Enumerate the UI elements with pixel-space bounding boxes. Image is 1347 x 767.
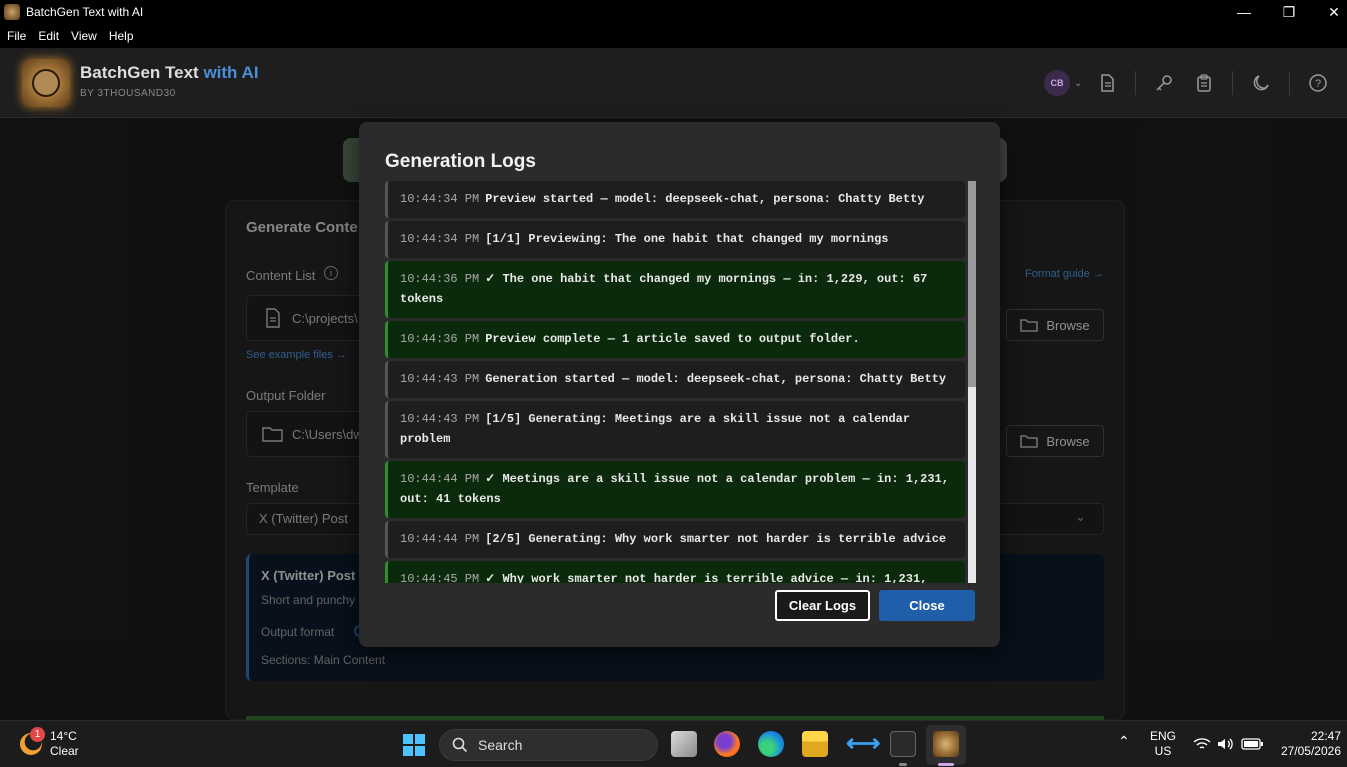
brand-byline: BY 3THOUSAND30	[80, 88, 176, 99]
account-menu[interactable]: CB ⌄	[1044, 70, 1082, 96]
active-indicator	[938, 763, 954, 766]
log-timestamp: 10:44:36 PM	[400, 332, 480, 346]
minimize-button[interactable]: —	[1221, 0, 1267, 24]
log-message: [2/5] Generating: Why work smarter not h…	[485, 532, 947, 546]
clock-time: 22:47	[1310, 729, 1341, 743]
dialog-title: Generation Logs	[385, 151, 536, 172]
clipboard-icon[interactable]	[1194, 73, 1214, 93]
lang-bottom: US	[1154, 744, 1172, 758]
clock-date: 27/05/2026	[1280, 744, 1341, 758]
wifi-icon[interactable]	[1193, 737, 1211, 751]
window-title: BatchGen Text with AI	[26, 5, 144, 19]
search-icon	[452, 737, 468, 753]
terminal-icon[interactable]	[890, 731, 916, 757]
app-icon	[4, 4, 20, 20]
close-button[interactable]: Close	[879, 590, 975, 621]
weather-temp: 14°C	[50, 729, 77, 743]
log-message: Generation started — model: deepseek-cha…	[485, 372, 947, 386]
taskbar: 1 14°C Clear Search ⟷ ⌃ ENG US 22:47 27/…	[0, 720, 1347, 767]
log-entry: 10:44:44 PM [2/5] Generating: Why work sm…	[385, 521, 965, 558]
log-timestamp: 10:44:43 PM	[400, 372, 480, 386]
log-message: ✓ The one habit that changed my mornings…	[400, 272, 928, 306]
log-timestamp: 10:44:36 PM	[400, 272, 480, 286]
log-message: Preview complete — 1 article saved to ou…	[485, 332, 860, 346]
log-timestamp: 10:44:44 PM	[400, 472, 480, 486]
file-explorer-icon[interactable]	[802, 731, 828, 757]
log-message: ✓ Why work smarter not harder is terribl…	[485, 572, 928, 583]
log-entry: 10:44:43 PM Generation started — model: d…	[385, 361, 965, 398]
scroll-thumb[interactable]	[968, 181, 976, 387]
edge-icon[interactable]	[758, 731, 784, 757]
key-icon[interactable]	[1154, 73, 1174, 93]
app-header: BatchGen Text with AI BY 3THOUSAND30 CB …	[0, 48, 1347, 118]
clear-logs-button[interactable]: Clear Logs	[775, 590, 870, 621]
menu-bar: File Edit View Help	[0, 24, 1347, 48]
running-indicator	[899, 763, 907, 766]
brand-accent: with AI	[203, 63, 259, 82]
log-timestamp: 10:44:45 PM	[400, 572, 480, 583]
app-logo	[22, 59, 70, 107]
log-entry: 10:44:36 PM Preview complete — 1 article …	[385, 321, 965, 358]
close-window-button[interactable]: ✕	[1311, 0, 1347, 24]
menu-file[interactable]: File	[7, 29, 26, 43]
notification-badge: 1	[30, 727, 45, 742]
menu-view[interactable]: View	[71, 29, 97, 43]
weather-widget[interactable]: 14°C Clear	[50, 729, 79, 759]
brand-main: BatchGen Text	[80, 63, 199, 82]
log-timestamp: 10:44:34 PM	[400, 232, 480, 246]
log-entry: 10:44:43 PM [1/5] Generating: Meetings ar…	[385, 401, 965, 458]
log-message: [1/1] Previewing: The one habit that cha…	[485, 232, 889, 246]
title-bar: BatchGen Text with AI — ❐ ✕	[0, 0, 1347, 24]
log-list[interactable]: 10:44:34 PM Preview started — model: deep…	[385, 181, 965, 583]
log-entry: 10:44:44 PM ✓ Meetings are a skill issue …	[385, 461, 965, 518]
avatar[interactable]: CB	[1044, 70, 1070, 96]
menu-edit[interactable]: Edit	[38, 29, 59, 43]
generation-logs-dialog: Generation Logs 10:44:34 PM Preview start…	[359, 122, 1000, 647]
header-divider	[1135, 71, 1136, 95]
volume-icon[interactable]	[1217, 737, 1235, 751]
moon-icon[interactable]	[1251, 73, 1271, 93]
clock[interactable]: 22:47 27/05/2026	[1278, 729, 1341, 759]
chevron-down-icon: ⌄	[1074, 77, 1083, 89]
log-entry: 10:44:34 PM [1/1] Previewing: The one hab…	[385, 221, 965, 258]
search-label: Search	[478, 737, 523, 753]
svg-text:?: ?	[1315, 78, 1321, 90]
vscode-icon[interactable]: ⟷	[846, 731, 880, 757]
log-message: Preview started — model: deepseek-chat, …	[485, 192, 925, 206]
taskbar-search[interactable]: Search	[439, 729, 658, 761]
firefox-icon[interactable]	[714, 731, 740, 757]
battery-icon[interactable]	[1241, 738, 1263, 750]
chevron-up-icon[interactable]: ⌃	[1118, 734, 1130, 749]
batchgen-app-icon[interactable]	[933, 731, 959, 757]
log-timestamp: 10:44:34 PM	[400, 192, 480, 206]
menu-help[interactable]: Help	[109, 29, 134, 43]
brand-title: BatchGen Text with AI	[80, 63, 259, 83]
header-divider	[1232, 71, 1233, 95]
document-icon[interactable]	[1097, 73, 1117, 93]
task-view-icon[interactable]	[671, 731, 697, 757]
log-timestamp: 10:44:44 PM	[400, 532, 480, 546]
weather-desc: Clear	[50, 744, 79, 758]
log-entry: 10:44:34 PM Preview started — model: deep…	[385, 181, 965, 218]
log-entry: 10:44:36 PM ✓ The one habit that changed …	[385, 261, 965, 318]
maximize-button[interactable]: ❐	[1266, 0, 1312, 24]
header-divider	[1289, 71, 1290, 95]
help-icon[interactable]: ?	[1308, 73, 1328, 93]
log-entry: 10:44:45 PM ✓ Why work smarter not harder…	[385, 561, 965, 583]
language-indicator[interactable]: ENG US	[1150, 729, 1176, 759]
lang-top: ENG	[1150, 729, 1177, 743]
log-message: ✓ Meetings are a skill issue not a calen…	[400, 472, 949, 506]
log-timestamp: 10:44:43 PM	[400, 412, 480, 426]
windows-start-icon[interactable]	[402, 733, 426, 757]
log-scrollbar[interactable]	[968, 181, 976, 583]
